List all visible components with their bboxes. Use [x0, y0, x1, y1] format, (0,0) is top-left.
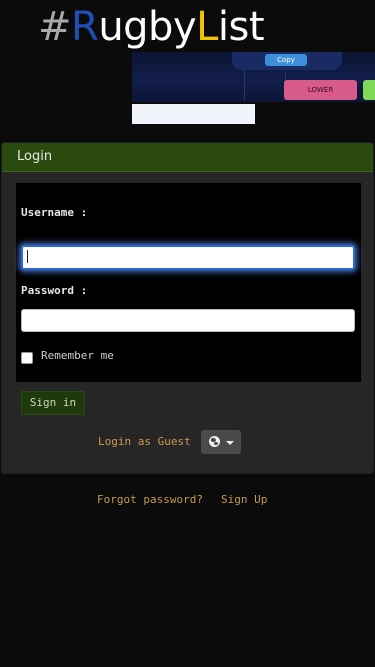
logo-l: L	[196, 4, 218, 50]
footer-links: Forgot password? Sign Up	[97, 493, 267, 506]
login-panel: Login Username : Password : Remember me …	[1, 142, 374, 474]
logo-ist: ist	[217, 4, 265, 50]
sign-up-link[interactable]: Sign Up	[221, 493, 267, 506]
sign-in-button[interactable]: Sign in	[21, 391, 85, 415]
username-label: Username :	[21, 206, 88, 219]
remember-me-checkbox[interactable]	[21, 352, 33, 364]
login-as-guest-link[interactable]: Login as Guest	[98, 435, 191, 448]
login-panel-title: Login	[2, 143, 373, 172]
logo-r: R	[71, 4, 99, 50]
promo-banner-image[interactable]: Copy LOWER	[132, 52, 375, 102]
remember-me-label[interactable]: Remember me	[41, 349, 114, 362]
login-form: Username : Password : Remember me	[16, 183, 361, 382]
forgot-password-link[interactable]: Forgot password?	[97, 493, 203, 506]
username-field-wrap	[16, 245, 361, 270]
password-label: Password :	[21, 284, 88, 297]
chevron-down-icon	[226, 441, 234, 445]
logo-hash: #	[38, 4, 72, 50]
banner-green-button	[363, 80, 375, 100]
globe-icon	[209, 436, 220, 447]
password-input[interactable]	[21, 309, 355, 332]
username-input[interactable]	[21, 245, 355, 270]
site-logo[interactable]: #RugbyList	[38, 4, 265, 50]
guest-language-dropdown[interactable]	[201, 430, 241, 454]
banner-copy-button: Copy	[265, 54, 307, 66]
logo-ugby: ugby	[98, 4, 197, 50]
ad-placeholder	[132, 104, 255, 124]
banner-lower-button: LOWER	[284, 80, 357, 100]
text-caret	[27, 250, 28, 263]
banner-decoration	[244, 70, 286, 100]
